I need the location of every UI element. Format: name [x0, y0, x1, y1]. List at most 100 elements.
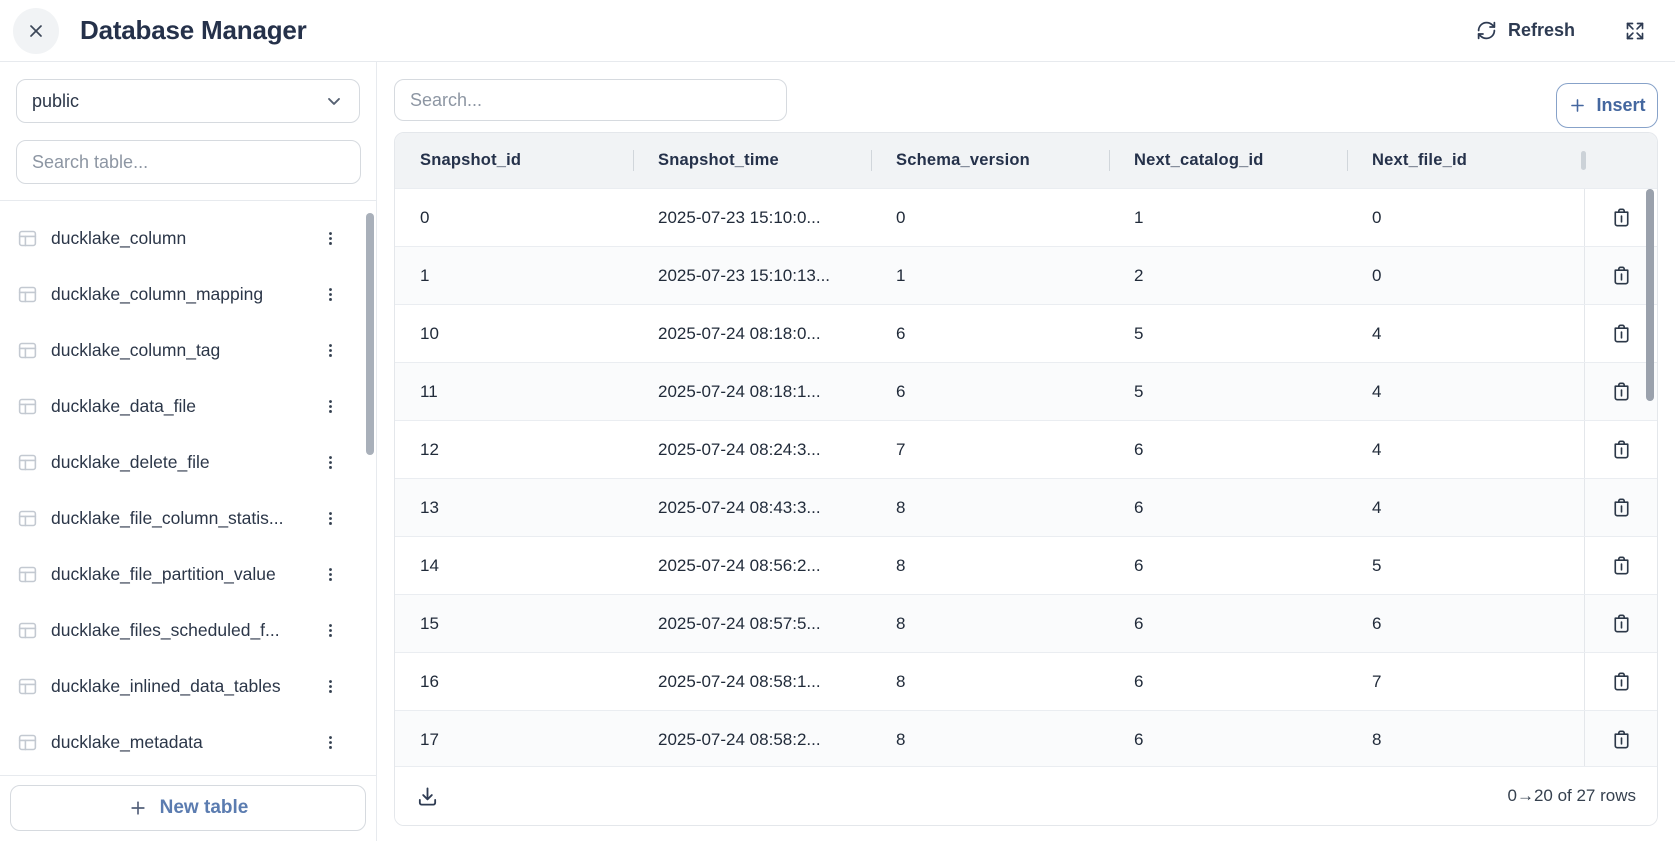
sidebar-table-item[interactable]: ducklake_data_file	[0, 378, 376, 434]
cell-next-file-id: 4	[1347, 363, 1584, 420]
sidebar-table-item[interactable]: ducklake_metadata	[0, 714, 376, 770]
sidebar-table-item[interactable]: ducklake_column	[0, 210, 376, 266]
table-icon	[17, 452, 38, 473]
delete-row-button[interactable]	[1605, 665, 1638, 698]
table-options-button[interactable]	[318, 618, 343, 643]
schema-select[interactable]: public	[16, 79, 360, 123]
cell-next-catalog-id: 6	[1109, 711, 1347, 768]
plus-icon	[1568, 96, 1587, 115]
delete-row-button[interactable]	[1605, 259, 1638, 292]
table-icon	[17, 228, 38, 249]
kebab-menu-icon	[322, 454, 339, 471]
delete-row-button[interactable]	[1605, 491, 1638, 524]
delete-row-button[interactable]	[1605, 375, 1638, 408]
table-icon	[17, 396, 38, 417]
table-options-button[interactable]	[318, 394, 343, 419]
refresh-label: Refresh	[1508, 20, 1575, 41]
cell-next-catalog-id: 6	[1109, 653, 1347, 710]
grid-footer: 0→20 of 27 rows	[395, 766, 1657, 825]
sidebar-footer: New table	[0, 775, 376, 841]
table-name: ducklake_files_scheduled_f...	[51, 620, 280, 641]
delete-row-button[interactable]	[1605, 201, 1638, 234]
table-name: ducklake_column_tag	[51, 340, 220, 361]
cell-schema-version: 1	[871, 247, 1109, 304]
close-button[interactable]	[13, 8, 59, 54]
download-icon	[416, 785, 439, 808]
top-header: Database Manager Refresh	[0, 0, 1675, 62]
sidebar-table-item[interactable]: ducklake_files_scheduled_f...	[0, 602, 376, 658]
table-icon	[17, 732, 38, 753]
cell-snapshot-id: 12	[395, 421, 633, 478]
table-options-button[interactable]	[318, 338, 343, 363]
cell-schema-version: 6	[871, 305, 1109, 362]
table-row: 16 2025-07-24 08:58:1... 8 6 7	[395, 652, 1657, 710]
column-header-next-catalog-id: Next_catalog_id	[1109, 133, 1347, 188]
cell-next-catalog-id: 5	[1109, 363, 1347, 420]
delete-row-button[interactable]	[1605, 549, 1638, 582]
search-input[interactable]	[394, 79, 787, 121]
sidebar-table-item[interactable]: ducklake_column_mapping	[0, 266, 376, 322]
table-row: 1 2025-07-23 15:10:13... 1 2 0	[395, 246, 1657, 304]
kebab-menu-icon	[322, 230, 339, 247]
cell-snapshot-time: 2025-07-24 08:58:2...	[633, 711, 871, 768]
new-table-label: New table	[160, 797, 249, 819]
delete-row-button[interactable]	[1605, 723, 1638, 756]
sidebar-table-item[interactable]: ducklake_delete_file	[0, 434, 376, 490]
sidebar-table-item[interactable]: ducklake_inlined_data_tables	[0, 658, 376, 714]
cell-snapshot-id: 16	[395, 653, 633, 710]
grid-scrollbar-thumb[interactable]	[1646, 189, 1654, 401]
cell-schema-version: 0	[871, 189, 1109, 246]
cell-schema-version: 8	[871, 479, 1109, 536]
table-icon	[17, 284, 38, 305]
table-row: 13 2025-07-24 08:43:3... 8 6 4	[395, 478, 1657, 536]
table-row: 12 2025-07-24 08:24:3... 7 6 4	[395, 420, 1657, 478]
insert-label: Insert	[1596, 95, 1645, 116]
insert-button[interactable]: Insert	[1556, 83, 1658, 128]
table-options-button[interactable]	[318, 226, 343, 251]
column-header-schema-version: Schema_version	[871, 133, 1109, 188]
delete-row-button[interactable]	[1605, 317, 1638, 350]
refresh-button[interactable]: Refresh	[1476, 20, 1575, 41]
page-title: Database Manager	[80, 15, 307, 46]
table-search-input[interactable]	[16, 140, 361, 184]
table-options-button[interactable]	[318, 506, 343, 531]
cell-next-file-id: 4	[1347, 479, 1584, 536]
table-name: ducklake_column	[51, 228, 186, 249]
table-options-button[interactable]	[318, 450, 343, 475]
cell-snapshot-id: 1	[395, 247, 633, 304]
trash-icon	[1610, 554, 1633, 577]
cell-next-catalog-id: 6	[1109, 537, 1347, 594]
download-button[interactable]	[413, 782, 442, 811]
cell-snapshot-id: 15	[395, 595, 633, 652]
cell-next-file-id: 6	[1347, 595, 1584, 652]
cell-next-catalog-id: 1	[1109, 189, 1347, 246]
table-row: 17 2025-07-24 08:58:2... 8 6 8	[395, 710, 1657, 768]
column-header-actions	[1584, 133, 1657, 188]
table-options-button[interactable]	[318, 674, 343, 699]
fullscreen-button[interactable]	[1625, 21, 1645, 41]
table-options-button[interactable]	[318, 282, 343, 307]
close-icon	[26, 21, 46, 41]
kebab-menu-icon	[322, 342, 339, 359]
trash-icon	[1610, 670, 1633, 693]
table-row: 14 2025-07-24 08:56:2... 8 6 5	[395, 536, 1657, 594]
cell-next-catalog-id: 6	[1109, 479, 1347, 536]
cell-next-catalog-id: 6	[1109, 421, 1347, 478]
table-options-button[interactable]	[318, 562, 343, 587]
sidebar-scrollbar-thumb[interactable]	[366, 213, 374, 455]
delete-row-button[interactable]	[1605, 433, 1638, 466]
sidebar-table-item[interactable]: ducklake_file_partition_value	[0, 546, 376, 602]
cell-snapshot-time: 2025-07-24 08:24:3...	[633, 421, 871, 478]
sidebar-table-item[interactable]: ducklake_column_tag	[0, 322, 376, 378]
cell-schema-version: 8	[871, 595, 1109, 652]
refresh-icon	[1476, 20, 1497, 41]
kebab-menu-icon	[322, 510, 339, 527]
new-table-button[interactable]: New table	[10, 785, 366, 831]
sidebar-table-item[interactable]: ducklake_file_column_statis...	[0, 490, 376, 546]
trash-icon	[1610, 612, 1633, 635]
delete-row-button[interactable]	[1605, 607, 1638, 640]
plus-icon	[128, 798, 148, 818]
table-options-button[interactable]	[318, 730, 343, 755]
database-manager-window: Database Manager Refresh	[0, 0, 1675, 841]
table-icon	[17, 620, 38, 641]
